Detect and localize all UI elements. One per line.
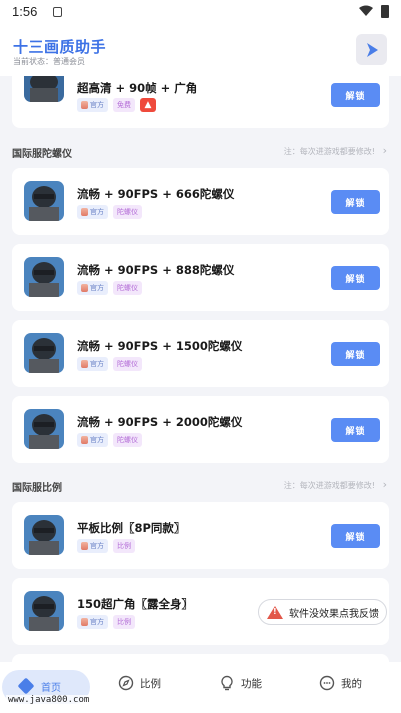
- chevron-right-icon[interactable]: ›: [383, 478, 387, 491]
- unlock-button[interactable]: 解锁: [331, 342, 380, 366]
- feedback-label: 软件没效果点我反馈: [289, 608, 379, 620]
- tag-official: 官方: [77, 281, 108, 295]
- config-card: 流畅 + 90FPS + 888陀螺仪 官方 陀螺仪 解锁: [12, 244, 389, 311]
- official-icon: [81, 436, 88, 444]
- warning-icon: [267, 605, 283, 619]
- tag-ratio: 比例: [113, 539, 135, 553]
- config-card: 流畅 + 90FPS + 1500陀螺仪 官方 陀螺仪 解锁: [12, 320, 389, 387]
- nav-home-label: 首页: [41, 683, 61, 694]
- tag-official: 官方: [77, 357, 108, 371]
- play-icon: [366, 42, 378, 57]
- nav-function[interactable]: 功能: [219, 675, 262, 691]
- battery-icon: [381, 5, 389, 18]
- nav-mine[interactable]: 我的: [319, 675, 362, 691]
- tag-official: 官方: [77, 205, 108, 219]
- card-title: 150超广角〖露全身〗: [77, 597, 194, 611]
- card-title: 流畅 + 90FPS + 666陀螺仪: [77, 187, 235, 201]
- sim-card-icon: [53, 7, 62, 17]
- compass-icon: [118, 675, 134, 691]
- app-header: 十三画质助手 当前状态：普通会员: [0, 26, 401, 76]
- game-icon: [24, 515, 64, 555]
- chevron-right-icon[interactable]: ›: [383, 144, 387, 157]
- tag-list: 官方 陀螺仪: [77, 357, 142, 371]
- section-note[interactable]: 注：每次进游戏都要修改!: [284, 146, 375, 157]
- tag-list: 官方 比例: [77, 615, 135, 629]
- tag-gyro: 陀螺仪: [113, 357, 142, 371]
- config-card: 流畅 + 90FPS + 666陀螺仪 官方 陀螺仪 解锁: [12, 168, 389, 235]
- section-header-ratio: 国际服比例 注：每次进游戏都要修改! ›: [12, 478, 389, 494]
- unlock-button[interactable]: 解锁: [331, 418, 380, 442]
- game-icon: [24, 333, 64, 373]
- status-bar: 1:56: [0, 0, 401, 26]
- member-status: 当前状态：普通会员: [13, 57, 85, 66]
- game-icon: [24, 257, 64, 297]
- card-title: 流畅 + 90FPS + 888陀螺仪: [77, 263, 235, 277]
- tag-gyro: 陀螺仪: [113, 433, 142, 447]
- config-card: 流畅 + 90FPS + 2000陀螺仪 官方 陀螺仪 解锁: [12, 396, 389, 463]
- unlock-button[interactable]: 解锁: [331, 266, 380, 290]
- config-card: 平板比例〖8P同款〗 官方 比例 解锁: [12, 502, 389, 569]
- game-icon: [24, 181, 64, 221]
- nav-mine-label: 我的: [341, 677, 362, 690]
- unlock-button[interactable]: 解锁: [331, 190, 380, 214]
- tag-gyro: 陀螺仪: [113, 281, 142, 295]
- tag-official: 官方: [77, 615, 108, 629]
- card-title: 超高清 + 90帧 + 广角: [77, 81, 198, 95]
- tag-list: 官方 比例: [77, 539, 135, 553]
- tag-official: 官方: [77, 98, 108, 112]
- card-title: 流畅 + 90FPS + 2000陀螺仪: [77, 415, 243, 429]
- card-title: 流畅 + 90FPS + 1500陀螺仪: [77, 339, 243, 353]
- tag-list: 官方 陀螺仪: [77, 433, 142, 447]
- app-title: 十三画质助手: [13, 38, 107, 56]
- tag-list: 官方 免费 ▲: [77, 98, 156, 112]
- official-icon: [81, 618, 88, 626]
- lightbulb-icon: [221, 675, 233, 691]
- tag-gyro: 陀螺仪: [113, 205, 142, 219]
- fire-icon: ▲: [140, 98, 156, 112]
- feedback-button[interactable]: 软件没效果点我反馈: [258, 599, 387, 625]
- config-card: 超高清 + 90帧 + 广角 官方 免费 ▲ 解锁: [12, 76, 389, 128]
- card-title: 平板比例〖8P同款〗: [77, 521, 186, 535]
- unlock-button[interactable]: 解锁: [331, 83, 380, 107]
- section-header-gyro: 国际服陀螺仪 注：每次进游戏都要修改! ›: [12, 144, 389, 160]
- status-time: 1:56: [12, 4, 38, 19]
- nav-ratio-label: 比例: [140, 677, 161, 690]
- official-icon: [81, 284, 88, 292]
- tag-free: 免费: [113, 98, 135, 112]
- nav-function-label: 功能: [241, 677, 262, 690]
- play-button[interactable]: [356, 34, 387, 65]
- bottom-navigation: 首页 比例 功能 我的: [0, 662, 401, 713]
- official-icon: [81, 542, 88, 550]
- nav-ratio[interactable]: 比例: [118, 675, 161, 691]
- game-icon: [24, 409, 64, 449]
- watermark: www.java800.com: [6, 695, 92, 705]
- tag-ratio: 比例: [113, 615, 135, 629]
- official-icon: [81, 360, 88, 368]
- game-icon: [24, 591, 64, 631]
- official-icon: [81, 101, 88, 109]
- game-icon: [24, 76, 64, 102]
- official-icon: [81, 208, 88, 216]
- tag-official: 官方: [77, 433, 108, 447]
- section-note[interactable]: 注：每次进游戏都要修改!: [284, 480, 375, 491]
- unlock-button[interactable]: 解锁: [331, 524, 380, 548]
- section-title: 国际服比例: [12, 483, 62, 494]
- section-title: 国际服陀螺仪: [12, 149, 72, 160]
- home-icon: [17, 677, 35, 695]
- tag-list: 官方 陀螺仪: [77, 205, 142, 219]
- tag-list: 官方 陀螺仪: [77, 281, 142, 295]
- profile-icon: [319, 675, 335, 691]
- wifi-icon: [359, 5, 373, 16]
- tag-official: 官方: [77, 539, 108, 553]
